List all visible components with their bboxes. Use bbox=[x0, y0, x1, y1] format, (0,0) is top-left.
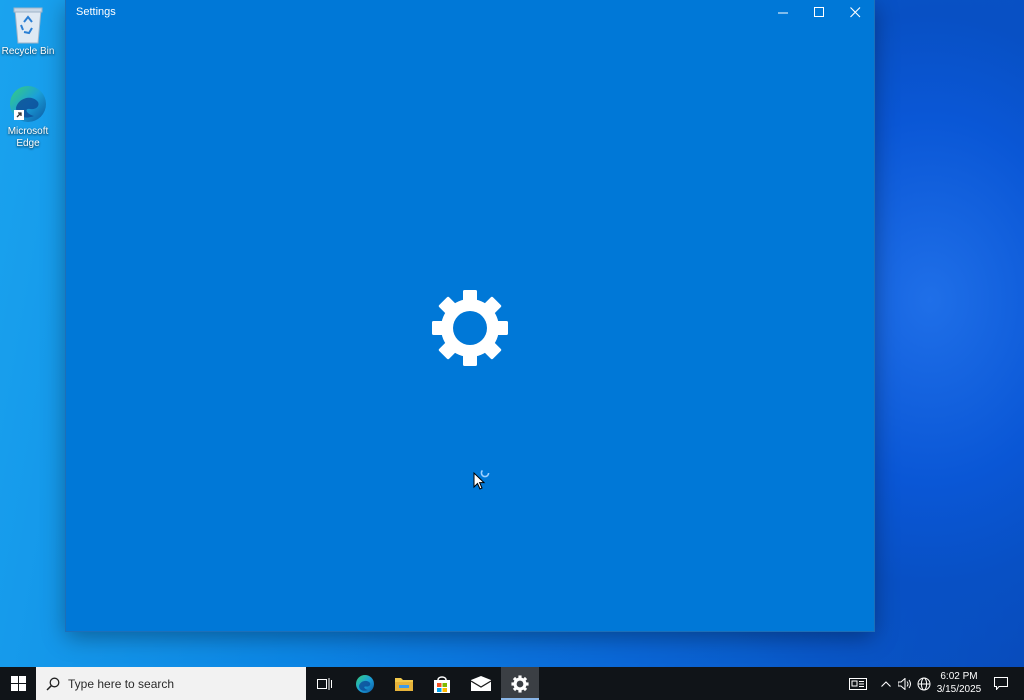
recycle-bin-icon bbox=[8, 4, 48, 44]
volume-icon bbox=[898, 677, 911, 690]
search-box[interactable]: Type here to search bbox=[36, 667, 306, 700]
store-icon bbox=[434, 675, 450, 693]
search-icon bbox=[46, 677, 60, 691]
file-explorer-icon bbox=[395, 678, 413, 691]
search-placeholder: Type here to search bbox=[68, 676, 175, 691]
desktop-icon-edge[interactable]: Microsoft Edge bbox=[0, 84, 56, 150]
maximize-icon bbox=[813, 6, 824, 17]
settings-icon bbox=[511, 674, 529, 693]
clock[interactable]: 6:02 PM 3/15/2025 bbox=[934, 670, 984, 696]
network-icon bbox=[917, 677, 931, 690]
desktop-icon-label: Recycle Bin bbox=[1, 46, 55, 57]
edge-icon bbox=[8, 84, 48, 124]
close-button[interactable] bbox=[837, 0, 873, 24]
maximize-button[interactable] bbox=[801, 0, 837, 24]
mail-icon bbox=[471, 676, 491, 691]
news-icon bbox=[849, 677, 867, 690]
task-view-button[interactable] bbox=[306, 667, 344, 700]
taskbar-mail-button[interactable] bbox=[462, 667, 500, 700]
chevron-up-icon bbox=[881, 680, 891, 687]
volume-button[interactable] bbox=[896, 667, 914, 700]
network-button[interactable] bbox=[915, 667, 933, 700]
news-button[interactable] bbox=[846, 667, 870, 700]
busy-cursor-icon bbox=[473, 468, 495, 490]
minimize-button[interactable] bbox=[765, 0, 801, 24]
edge-icon bbox=[356, 674, 374, 693]
window-title: Settings bbox=[76, 6, 116, 18]
taskbar-store-button[interactable] bbox=[423, 667, 461, 700]
clock-date: 3/15/2025 bbox=[936, 684, 982, 695]
close-icon bbox=[849, 6, 860, 17]
desktop-icon-recycle-bin[interactable]: Recycle Bin bbox=[0, 4, 56, 58]
start-icon bbox=[10, 676, 26, 691]
taskbar-edge-button[interactable] bbox=[346, 667, 384, 700]
gear-icon bbox=[430, 288, 510, 368]
notifications-icon bbox=[994, 677, 1008, 690]
taskbar-file-explorer-button[interactable] bbox=[385, 667, 423, 700]
task-view-icon bbox=[317, 677, 332, 690]
settings-window[interactable]: Settings bbox=[66, 0, 874, 631]
desktop-icon-label: Microsoft Edge bbox=[7, 126, 49, 149]
notifications-button[interactable] bbox=[988, 667, 1014, 700]
minimize-icon bbox=[777, 12, 788, 13]
title-bar[interactable]: Settings bbox=[66, 0, 874, 24]
taskbar-settings-button[interactable] bbox=[501, 667, 539, 700]
taskbar: Type here to search 6:02 PM 3/15/2025 bbox=[0, 667, 1024, 700]
clock-time: 6:02 PM bbox=[940, 671, 978, 682]
start-button[interactable] bbox=[0, 667, 36, 700]
show-hidden-icons-button[interactable] bbox=[878, 667, 894, 700]
